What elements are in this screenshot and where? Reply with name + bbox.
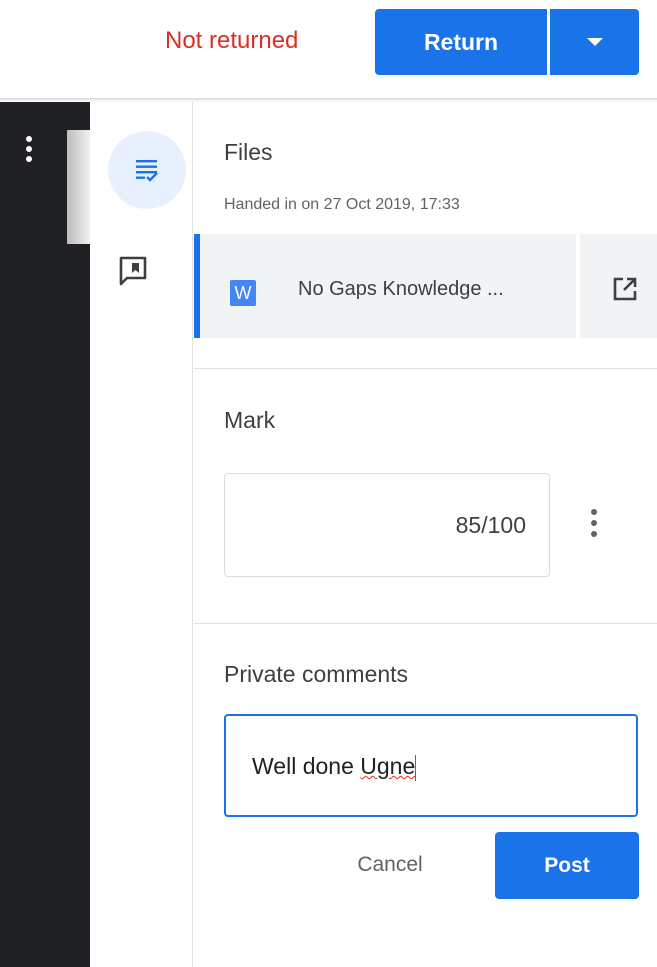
status-text: Not returned (165, 27, 299, 54)
caret-down-icon (586, 38, 603, 46)
more-vert-icon[interactable] (25, 136, 33, 168)
section-divider (194, 623, 657, 624)
private-comment-text[interactable]: Well done Ugne (252, 753, 417, 781)
handed-in-text: Handed in on 27 Oct 2019, 17:33 (224, 196, 460, 213)
comment-icon (119, 256, 147, 286)
text-cursor (415, 754, 417, 781)
section-divider (194, 368, 657, 369)
open-in-new-icon[interactable] (612, 276, 638, 302)
files-heading: Files (224, 139, 273, 165)
scrollbar-thumb[interactable] (67, 130, 90, 244)
word-file-icon: W (230, 280, 256, 306)
comment-text-start: Well done (252, 753, 361, 779)
file-name[interactable]: No Gaps Knowledge ... (298, 278, 504, 301)
rail-item-files-mark[interactable] (108, 131, 186, 209)
mark-value[interactable]: 85/100 (224, 512, 526, 539)
assignment-list-icon (136, 160, 158, 182)
side-rail (90, 102, 193, 967)
rail-item-comments[interactable] (118, 255, 148, 289)
return-menu-button[interactable] (550, 9, 639, 75)
post-button[interactable]: Post (495, 832, 639, 899)
cancel-button[interactable]: Cancel (340, 832, 440, 898)
private-comments-heading: Private comments (224, 661, 409, 687)
misspelled-word: Ugne (360, 753, 416, 779)
more-vert-icon[interactable] (589, 509, 599, 543)
mark-heading: Mark (224, 407, 276, 433)
return-button[interactable]: Return (375, 9, 547, 75)
